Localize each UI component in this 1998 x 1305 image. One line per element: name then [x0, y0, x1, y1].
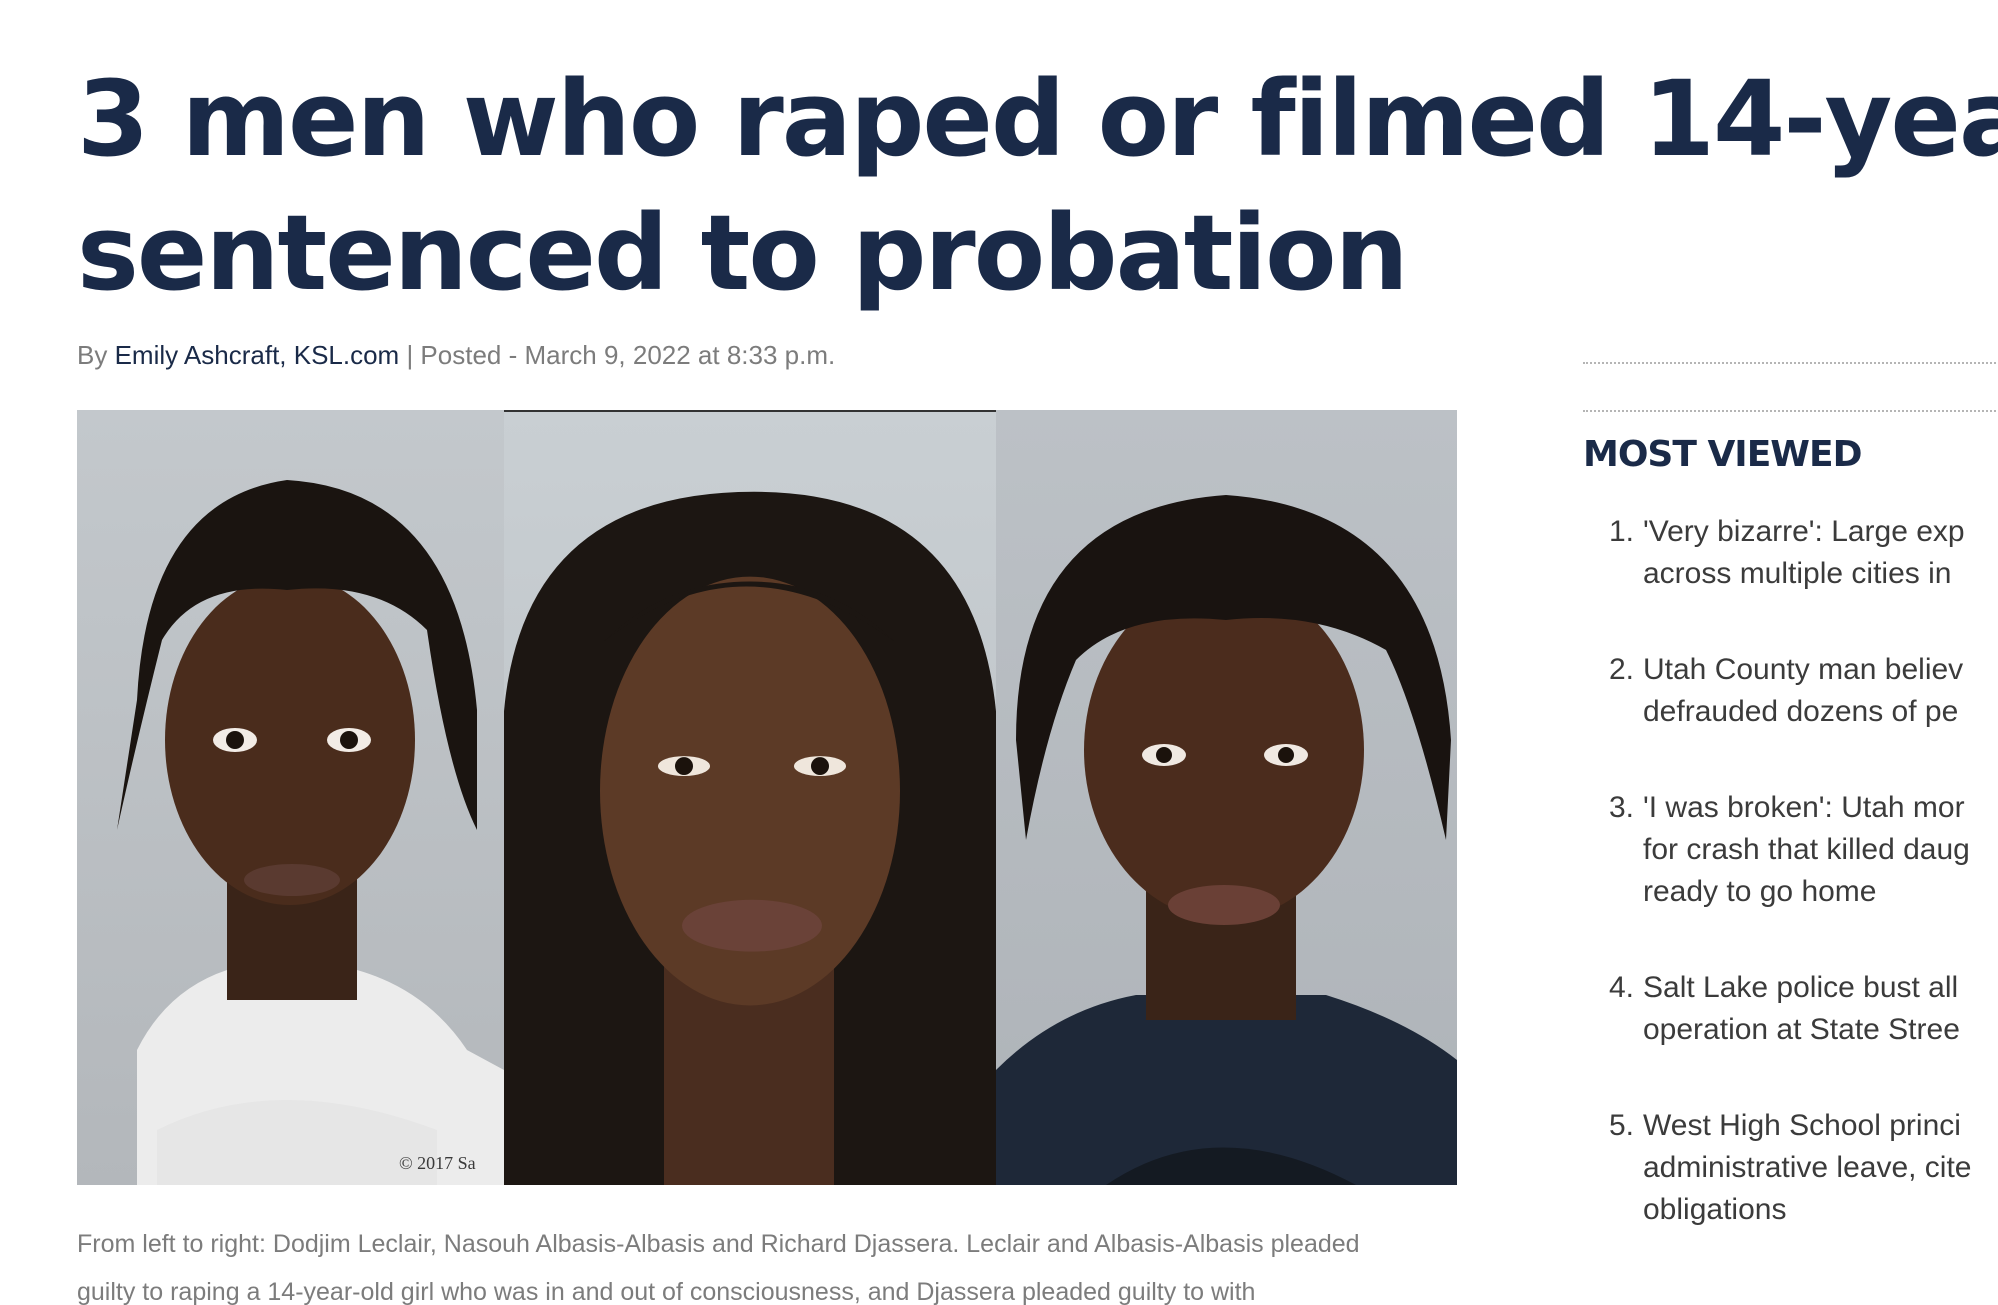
item-number: 4. — [1608, 971, 1634, 1004]
most-viewed-item-5[interactable]: 5. West High School princi administrativ… — [1583, 1105, 1998, 1231]
most-viewed-item-3[interactable]: 3. 'I was broken': Utah mor for crash th… — [1583, 787, 1998, 913]
most-viewed-item-4[interactable]: 4. Salt Lake police bust all operation a… — [1583, 967, 1998, 1051]
item-number: 2. — [1608, 653, 1634, 686]
article-headline: 3 men who raped or filmed 14-year-old se… — [77, 52, 1998, 320]
sidebar-divider-top — [1583, 362, 1998, 364]
item-text-line: 'I was broken': Utah mor — [1643, 791, 1965, 824]
item-link[interactable]: 'Very bizarre': Large exp across multipl… — [1643, 511, 1965, 595]
item-text-line: obligations — [1643, 1193, 1787, 1226]
posted-date: | Posted - March 9, 2022 at 8:33 p.m. — [399, 340, 836, 370]
article-page: 3 men who raped or filmed 14-year-old se… — [0, 0, 1998, 1305]
byline: By Emily Ashcraft, KSL.com | Posted - Ma… — [77, 340, 835, 371]
author-link[interactable]: Emily Ashcraft, KSL.com — [115, 340, 400, 370]
article-photo: © 2017 Sa — [77, 410, 1457, 1185]
item-text-line: for crash that killed daug — [1643, 833, 1970, 866]
item-text-line: administrative leave, cite — [1643, 1151, 1972, 1184]
item-number: 1. — [1608, 515, 1634, 548]
headline-line-1: 3 men who raped or filmed 14-year-old — [77, 58, 1998, 180]
item-text-line: ready to go home — [1643, 875, 1877, 908]
item-number: 5. — [1608, 1109, 1634, 1142]
mugshot-left: © 2017 Sa — [77, 410, 504, 1185]
item-link[interactable]: 'I was broken': Utah mor for crash that … — [1643, 787, 1970, 913]
item-text-line: 'Very bizarre': Large exp — [1643, 515, 1965, 548]
item-text-line: West High School princi — [1643, 1109, 1961, 1142]
most-viewed-list: 1. 'Very bizarre': Large exp across mult… — [1583, 511, 1998, 1231]
mugshot-right — [996, 410, 1457, 1185]
item-link[interactable]: West High School princi administrative l… — [1643, 1105, 1971, 1231]
most-viewed-item-2[interactable]: 2. Utah County man believ defrauded doze… — [1583, 649, 1998, 733]
item-text-line: Utah County man believ — [1643, 653, 1964, 686]
item-text-line: defrauded dozens of pe — [1643, 695, 1959, 728]
caption-line-1: From left to right: Dodjim Leclair, Naso… — [77, 1230, 1360, 1258]
item-link[interactable]: Salt Lake police bust all operation at S… — [1643, 967, 1960, 1051]
most-viewed-item-1[interactable]: 1. 'Very bizarre': Large exp across mult… — [1583, 511, 1998, 595]
caption-line-2: guilty to raping a 14-year-old girl who … — [77, 1278, 1256, 1305]
item-link[interactable]: Utah County man believ defrauded dozens … — [1643, 649, 1963, 733]
most-viewed-sidebar: MOST VIEWED 1. 'Very bizarre': Large exp… — [1583, 362, 1998, 1285]
item-number: 3. — [1608, 791, 1634, 824]
headline-line-2: sentenced to probation — [77, 192, 1409, 314]
item-text-line: across multiple cities in — [1643, 557, 1952, 590]
most-viewed-title: MOST VIEWED — [1583, 434, 1862, 475]
photo-caption: From left to right: Dodjim Leclair, Naso… — [77, 1220, 1477, 1305]
byline-prefix: By — [77, 340, 115, 370]
item-text-line: Salt Lake police bust all — [1643, 971, 1959, 1004]
photo-watermark: © 2017 Sa — [399, 1153, 476, 1173]
mugshot-center — [504, 410, 996, 1185]
item-text-line: operation at State Stree — [1643, 1013, 1960, 1046]
sidebar-divider — [1583, 410, 1998, 412]
